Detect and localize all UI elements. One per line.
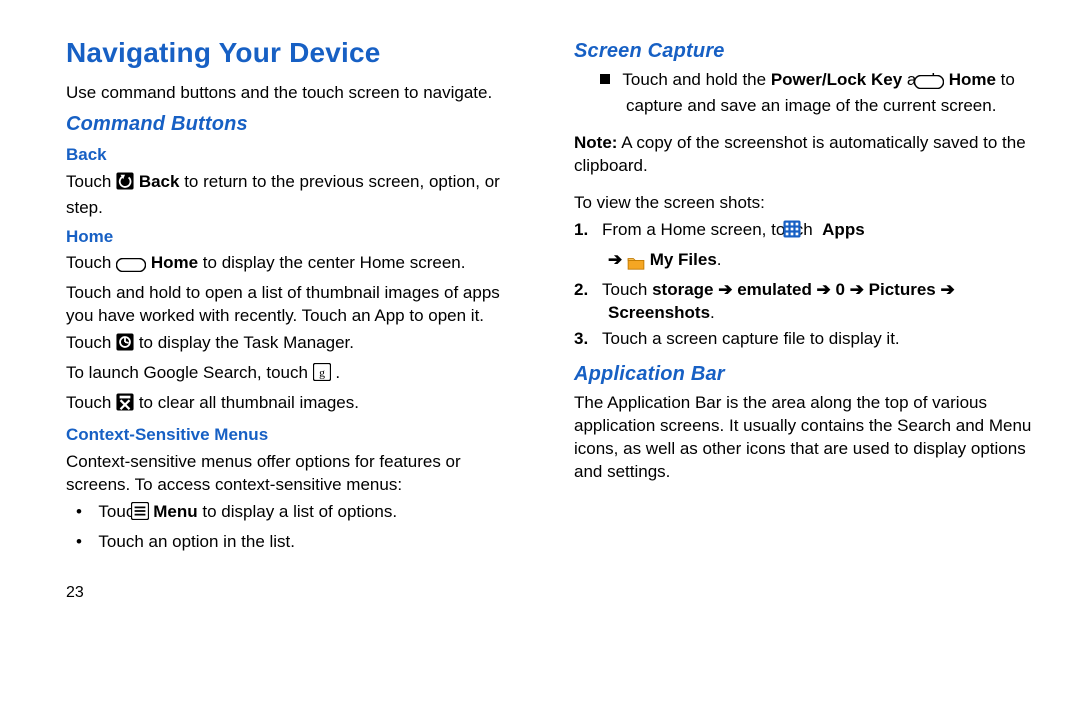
text: Touch an option in the list. — [98, 532, 295, 551]
step-2: 2.Touch storage ➔ emulated ➔ 0 ➔ Picture… — [574, 279, 1036, 325]
label-menu: Menu — [153, 502, 197, 521]
sc-instruction: Touch and hold the Power/Lock Key and Ho… — [574, 69, 1036, 118]
manual-page: Navigating Your Device Use command butto… — [0, 0, 1080, 623]
label-powerlock: Power/Lock Key — [771, 70, 902, 89]
text: Touch — [602, 280, 652, 299]
step-1: 1.From a Home screen, touch Apps — [574, 219, 1036, 245]
text: . — [717, 250, 722, 269]
arrow-icon: ➔ — [608, 250, 627, 269]
home-line1: Touch Home to display the center Home sc… — [66, 252, 528, 278]
page-number: 23 — [66, 582, 528, 604]
text: Touch — [66, 172, 116, 191]
text: . — [710, 303, 715, 322]
text: Touch a screen capture file to display i… — [602, 329, 900, 348]
label-apps: Apps — [822, 220, 865, 239]
ctx-desc: Context-sensitive menus offer options fo… — [66, 451, 528, 497]
text: to display the center Home screen. — [203, 253, 466, 272]
square-bullet-icon — [600, 69, 618, 92]
section-application-bar: Application Bar — [574, 361, 1036, 388]
text: Touch and hold the — [622, 70, 770, 89]
step-1-cont: ➔ My Files. — [574, 249, 1036, 275]
google-search-icon: g — [313, 363, 331, 388]
ctx-bullet-1: • Touch Menu to display a list of option… — [66, 501, 528, 527]
text: to display a list of options. — [202, 502, 397, 521]
right-column: Screen Capture Touch and hold the Power/… — [574, 34, 1036, 603]
left-column: Navigating Your Device Use command butto… — [66, 34, 528, 603]
folder-icon — [627, 252, 645, 275]
label-back: Back — [139, 172, 180, 191]
step-3: 3.Touch a screen capture file to display… — [574, 328, 1036, 351]
label-home: Home — [949, 70, 996, 89]
step-number: 1. — [574, 219, 602, 242]
text: Touch — [66, 393, 116, 412]
subhead-home: Home — [66, 226, 528, 249]
back-desc: Touch Back to return to the previous scr… — [66, 171, 528, 220]
svg-text:g: g — [319, 367, 325, 380]
home-line2: Touch and hold to open a list of thumbna… — [66, 282, 528, 328]
section-command-buttons: Command Buttons — [66, 111, 528, 138]
home-button-icon — [940, 72, 944, 95]
home-line3: Touch to display the Task Manager. — [66, 332, 528, 358]
home-line5: Touch to clear all thumbnail images. — [66, 392, 528, 418]
text: To launch Google Search, touch — [66, 363, 313, 382]
section-screen-capture: Screen Capture — [574, 38, 1036, 65]
clear-all-icon — [116, 393, 134, 418]
note-text: A copy of the screenshot is automaticall… — [574, 133, 1026, 175]
text: to display the Task Manager. — [139, 333, 354, 352]
text: Touch — [66, 253, 116, 272]
note-line: Note: A copy of the screenshot is automa… — [574, 132, 1036, 178]
back-icon — [116, 172, 134, 197]
view-intro: To view the screen shots: — [574, 192, 1036, 215]
home-line4: To launch Google Search, touch g . — [66, 362, 528, 388]
text: . — [335, 363, 340, 382]
step-number: 2. — [574, 279, 602, 302]
subhead-back: Back — [66, 144, 528, 167]
subhead-context-menus: Context-Sensitive Menus — [66, 424, 528, 447]
step-number: 3. — [574, 328, 602, 351]
path-storage: storage ➔ emulated ➔ 0 ➔ Pictures ➔ Scre… — [608, 280, 955, 322]
intro-text: Use command buttons and the touch screen… — [66, 82, 528, 105]
home-button-icon — [116, 255, 146, 278]
bullet-icon: • — [76, 531, 94, 554]
text: to clear all thumbnail images. — [139, 393, 359, 412]
label-home: Home — [151, 253, 198, 272]
task-manager-icon — [116, 333, 134, 358]
label-myfiles: My Files — [650, 250, 717, 269]
ctx-bullet-2: • Touch an option in the list. — [66, 531, 528, 554]
label-note: Note: — [574, 133, 617, 152]
page-title: Navigating Your Device — [66, 34, 528, 72]
bullet-icon: • — [76, 501, 94, 524]
text: Touch — [66, 333, 116, 352]
appbar-desc: The Application Bar is the area along th… — [574, 392, 1036, 484]
